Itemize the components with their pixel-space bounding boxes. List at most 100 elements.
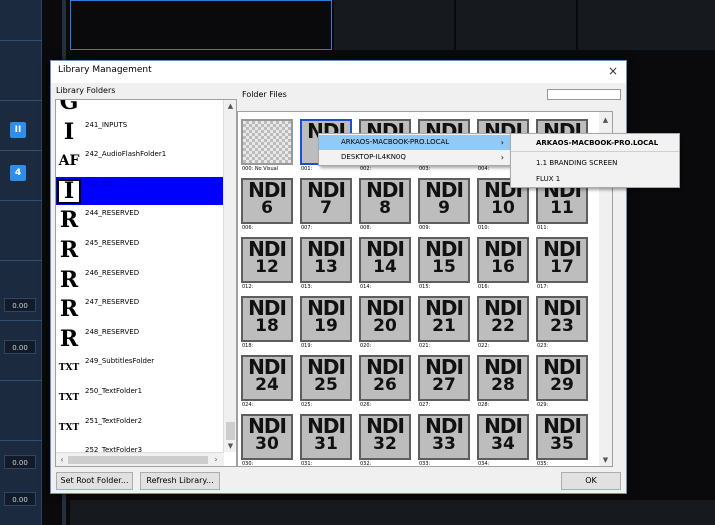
scroll-right-icon[interactable]: › — [210, 453, 222, 466]
file-tile[interactable]: NDI 23 023: — [534, 294, 590, 352]
file-tile[interactable]: NDI 7 007: — [298, 176, 354, 234]
folder-list[interactable]: TXT252_TextFolder3TXT251_TextFolder2TXT2… — [55, 99, 237, 467]
value-field[interactable]: 0.00 — [4, 455, 36, 469]
file-tile[interactable]: NDI 17 017: — [534, 235, 590, 293]
file-tile[interactable]: NDI 18 018: — [239, 294, 295, 352]
folder-row[interactable]: TXT 251_TextFolder2 — [56, 414, 224, 444]
folder-name: 247_RESERVED — [85, 298, 140, 307]
menu-item-desktop[interactable]: DESKTOP-IL4KN0Q › — [319, 150, 510, 165]
value-field[interactable]: 0.00 — [4, 298, 36, 312]
pause-button[interactable]: II — [10, 122, 26, 138]
folder-row[interactable]: I 241_INPUTS — [56, 118, 224, 148]
file-tile[interactable]: NDI 20 020: — [357, 294, 413, 352]
tile-thumbnail: NDI 19 — [300, 296, 352, 342]
scroll-up-icon[interactable]: ▲ — [224, 100, 236, 112]
tile-number: 24 — [255, 375, 279, 395]
file-tile[interactable]: NDI 24 024: — [239, 353, 295, 411]
menu-item-flux-1[interactable]: FLUX 1 — [511, 172, 679, 187]
folder-name: 243_NDI — [85, 179, 115, 188]
tile-thumbnail: NDI 17 — [536, 237, 588, 283]
file-tile[interactable]: NDI 19 019: — [298, 294, 354, 352]
scroll-thumb[interactable] — [68, 456, 208, 464]
tile-caption: 002: — [360, 166, 372, 172]
tile-thumbnail: NDI 23 — [536, 296, 588, 342]
bg-preview-frame — [70, 0, 332, 50]
file-tile[interactable]: NDI 34 034: — [475, 412, 531, 466]
refresh-library-button[interactable]: Refresh Library... — [140, 472, 220, 490]
folder-type-icon: R — [57, 326, 81, 352]
menu-item-arkaos-macbook[interactable]: ARKAOS-MACBOOK-PRO.LOCAL › — [319, 135, 510, 150]
scroll-down-icon[interactable]: ▼ — [224, 440, 236, 452]
file-tile[interactable]: NDI 35 035: — [534, 412, 590, 466]
scroll-left-icon[interactable]: ‹ — [56, 453, 68, 466]
tile-thumbnail: NDI 33 — [418, 414, 470, 460]
tile-caption: 029: — [537, 402, 549, 408]
folder-row[interactable]: TXT 250_TextFolder1 — [56, 384, 224, 414]
tile-caption: 011: — [537, 225, 549, 231]
folder-row[interactable]: AF 242_AudioFlashFolder1 — [56, 147, 224, 177]
tile-caption: 030: — [242, 461, 254, 467]
tile-thumbnail: NDI 8 — [359, 178, 411, 224]
tile-number: 26 — [373, 375, 397, 395]
folder-vertical-scrollbar[interactable]: ▲ ▼ — [223, 100, 236, 452]
tile-caption: 033: — [419, 461, 431, 467]
folder-row[interactable]: R 244_RESERVED — [56, 206, 224, 236]
file-tile[interactable]: NDI 14 014: — [357, 235, 413, 293]
folder-row[interactable]: TXT 249_SubtitlesFolder — [56, 354, 224, 384]
folder-row[interactable]: I 243_NDI — [56, 176, 224, 207]
file-tile[interactable]: NDI 30 030: — [239, 412, 295, 467]
tile-thumbnail: NDI 25 — [300, 355, 352, 401]
tile-caption: 027: — [419, 402, 431, 408]
tile-thumbnail: NDI 21 — [418, 296, 470, 342]
folder-type-icon: TXT — [57, 356, 81, 382]
folder-row[interactable]: R 246_RESERVED — [56, 266, 224, 296]
folder-row[interactable]: R 248_RESERVED — [56, 325, 224, 355]
folder-type-icon: R — [57, 208, 81, 234]
tile-number: 23 — [550, 316, 574, 336]
bg-preview-frame — [578, 0, 715, 50]
folder-row[interactable]: G240_GENERATORS — [56, 100, 224, 118]
file-tile[interactable]: NDI 15 015: — [416, 235, 472, 293]
set-root-folder-button[interactable]: Set Root Folder... — [56, 472, 133, 490]
file-tile[interactable]: NDI 25 025: — [298, 353, 354, 411]
file-tile[interactable]: NDI 12 012: — [239, 235, 295, 293]
file-tile[interactable]: NDI 26 026: — [357, 353, 413, 411]
folder-name: 241_INPUTS — [85, 120, 128, 129]
file-tile[interactable]: NDI 22 022: — [475, 294, 531, 352]
file-tile[interactable]: NDI 9 009: — [416, 176, 472, 234]
folder-name: 242_AudioFlashFolder1 — [85, 150, 167, 159]
folder-horizontal-scrollbar[interactable]: ‹ › — [56, 452, 224, 466]
file-tile[interactable]: NDI 13 013: — [298, 235, 354, 293]
tile-number: 7 — [320, 198, 332, 218]
tile-caption: 000: No Visual — [242, 166, 279, 172]
file-tile[interactable]: NDI 28 028: — [475, 353, 531, 411]
file-tile[interactable]: NDI 27 027: — [416, 353, 472, 411]
file-tile[interactable]: NDI 33 033: — [416, 412, 472, 467]
file-tile[interactable]: NDI 16 016: — [475, 235, 531, 293]
file-tile[interactable]: NDI 32 032: — [357, 412, 413, 466]
scroll-thumb[interactable] — [226, 422, 235, 440]
tile-thumbnail: NDI 6 — [241, 178, 293, 224]
files-label: Folder Files — [242, 90, 287, 99]
layer-4-button[interactable]: 4 — [10, 165, 26, 181]
file-tile[interactable]: NDI 8 008: — [357, 176, 413, 234]
library-management-dialog: Library Management × Library Folders Fol… — [50, 60, 627, 494]
file-tile[interactable]: NDI 31 031: — [298, 412, 354, 466]
ok-button[interactable]: OK — [561, 472, 621, 490]
value-field[interactable]: 0.00 — [4, 492, 36, 506]
close-icon[interactable]: × — [606, 63, 620, 79]
folder-row[interactable]: R 245_RESERVED — [56, 236, 224, 266]
file-tile[interactable]: NDI 6 006: — [239, 176, 295, 234]
tile-caption: 016: — [478, 284, 490, 290]
menu-item-branding-screen[interactable]: 1.1 BRANDING SCREEN — [511, 156, 679, 171]
file-tile[interactable]: 000: No Visual — [239, 117, 295, 175]
folder-row[interactable]: R 247_RESERVED — [56, 295, 224, 325]
value-field[interactable]: 0.00 — [4, 340, 36, 354]
scroll-up-icon[interactable]: ▲ — [599, 114, 612, 126]
tile-caption: 020: — [360, 343, 372, 349]
tile-number: 8 — [379, 198, 391, 218]
scroll-down-icon[interactable]: ▼ — [599, 454, 612, 466]
file-tile[interactable]: NDI 21 021: — [416, 294, 472, 352]
file-tile[interactable]: NDI 29 029: — [534, 353, 590, 411]
menu-item-label: DESKTOP-IL4KN0Q — [341, 153, 406, 161]
